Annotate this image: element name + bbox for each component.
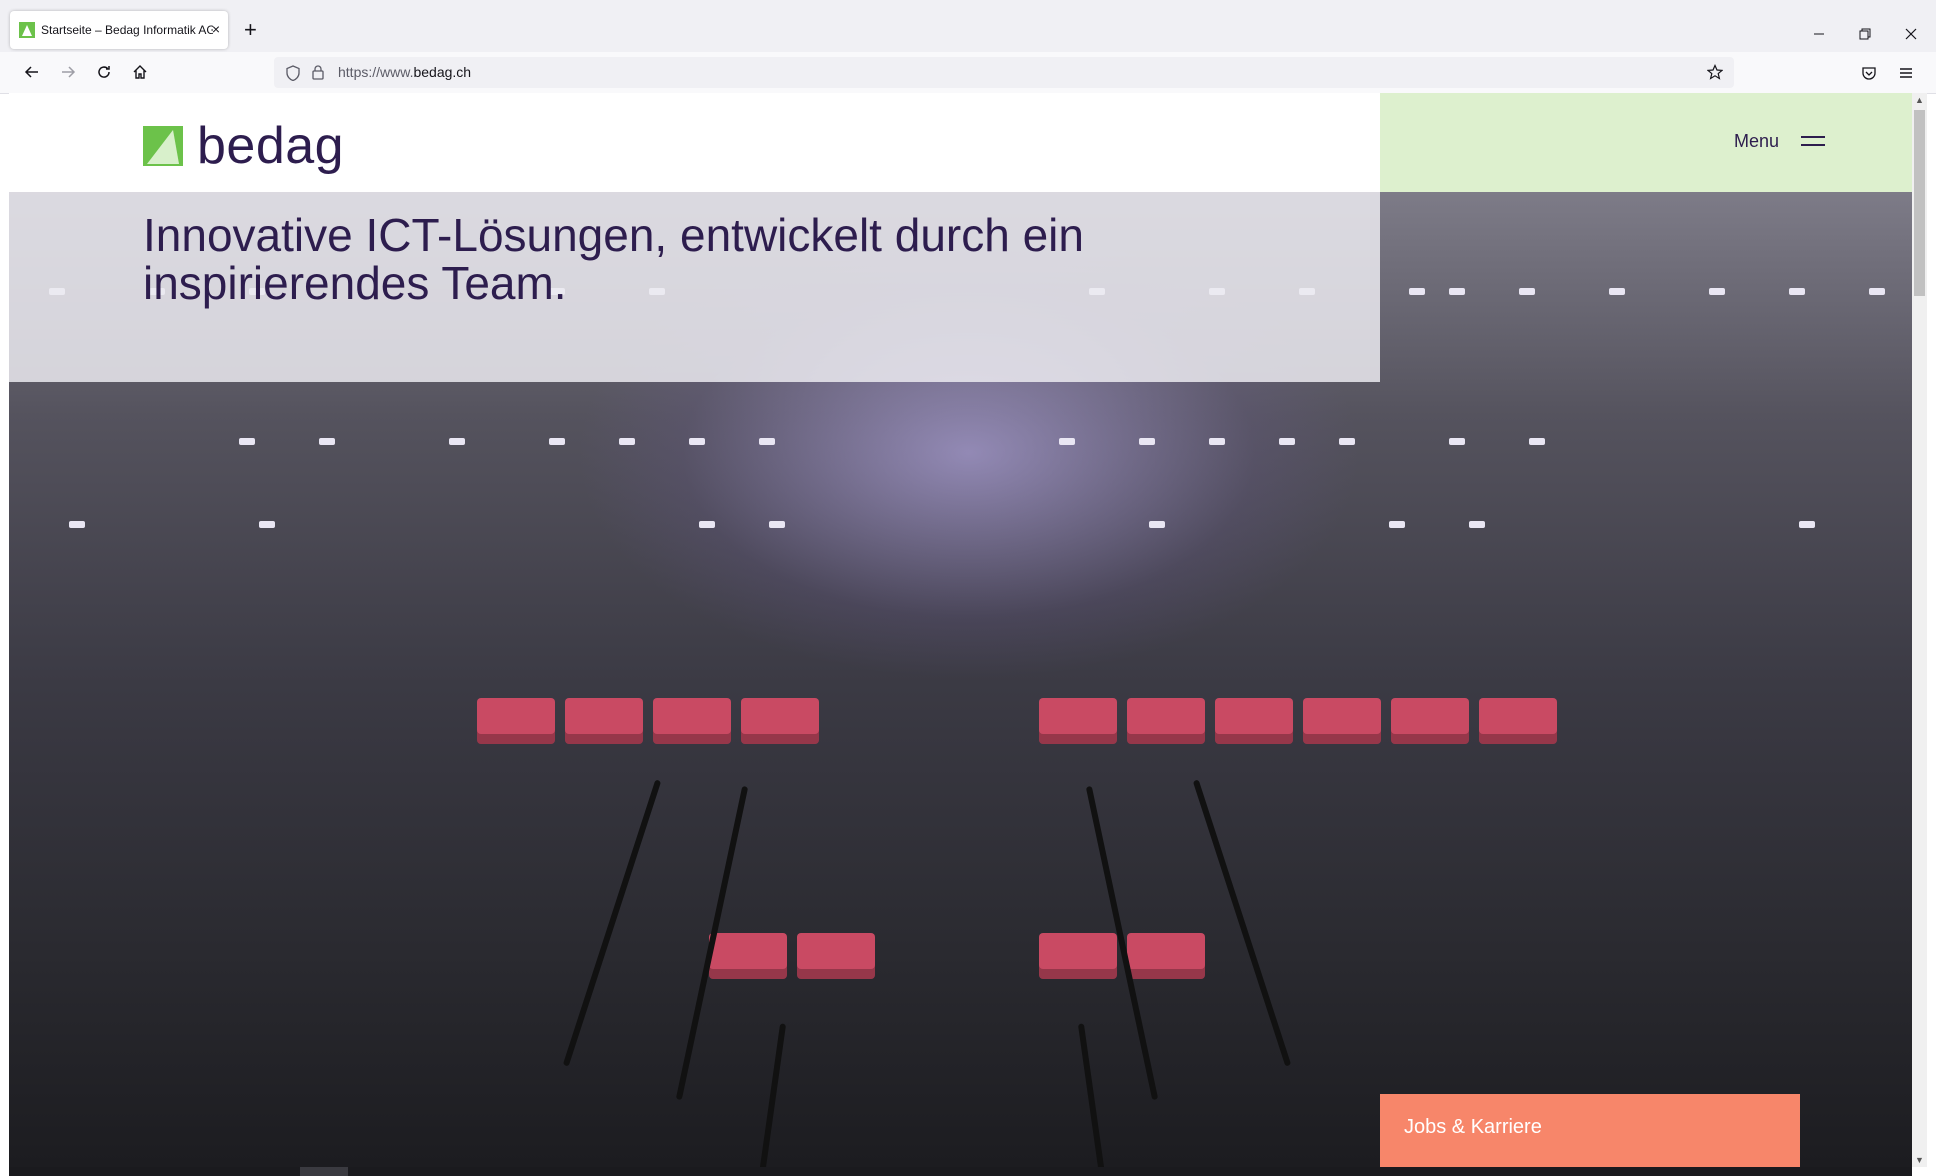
restore-icon[interactable] [1859, 28, 1871, 40]
home-icon [133, 65, 147, 79]
arrow-left-icon [24, 66, 38, 78]
network-port [709, 933, 787, 979]
url-bar[interactable]: https://www.bedag.ch [274, 57, 1734, 88]
close-window-icon[interactable] [1905, 28, 1917, 40]
navigation-bar: https://www.bedag.ch [0, 52, 1936, 94]
lock-icon[interactable] [312, 65, 324, 80]
network-port [1039, 698, 1117, 744]
cable [1077, 1023, 1107, 1167]
site-logo[interactable]: bedag [143, 120, 344, 172]
network-port [797, 933, 875, 979]
bookmark-star-icon[interactable] [1707, 64, 1723, 80]
server-rack-row [9, 521, 1912, 535]
pocket-icon[interactable] [1861, 65, 1877, 81]
network-port [1127, 933, 1205, 979]
menu-panel[interactable]: Menu [1380, 93, 1912, 192]
tab-close-icon[interactable]: × [212, 21, 220, 37]
url-prefix: https://www. [338, 64, 414, 80]
menu-label[interactable]: Menu [1734, 131, 1779, 152]
scroll-down-icon[interactable]: ▼ [1912, 1153, 1927, 1167]
bottom-strip [9, 1167, 1912, 1176]
minimize-icon[interactable] [1813, 28, 1825, 40]
cable [562, 779, 662, 1067]
web-page: bedag Menu Innovative ICT-Lösungen, entw… [9, 93, 1912, 1167]
tab-title: Startseite – Bedag Informatik AG [41, 23, 213, 37]
jobs-karriere-label: Jobs & Karriere [1404, 1116, 1542, 1138]
network-port [1303, 698, 1381, 744]
scroll-up-icon[interactable]: ▲ [1912, 93, 1927, 107]
arrow-right-icon [62, 66, 76, 78]
site-header: bedag [9, 93, 1380, 192]
forward-button[interactable] [56, 60, 80, 84]
network-port [1039, 933, 1117, 979]
back-button[interactable] [20, 60, 44, 84]
network-port [741, 698, 819, 744]
tab-strip: Startseite – Bedag Informatik AG × + [0, 9, 1936, 52]
cable [757, 1023, 787, 1167]
jobs-karriere-button[interactable]: Jobs & Karriere [1380, 1094, 1800, 1167]
browser-chrome: Startseite – Bedag Informatik AG × + htt… [0, 0, 1936, 94]
bottom-strip-segment [300, 1167, 348, 1176]
bedag-favicon-icon [19, 22, 35, 38]
logo-wordmark: bedag [197, 117, 345, 175]
network-port [1215, 698, 1293, 744]
new-tab-button[interactable]: + [244, 19, 257, 41]
home-button[interactable] [128, 60, 152, 84]
reload-button[interactable] [92, 60, 116, 84]
network-port [653, 698, 731, 744]
hamburger-menu-icon[interactable] [1898, 65, 1914, 81]
cable [1192, 779, 1292, 1067]
network-port [1391, 698, 1469, 744]
hero-title: Innovative ICT-Lösungen, entwickelt durc… [143, 209, 1084, 309]
menu-hamburger-icon[interactable] [1801, 133, 1825, 151]
shield-icon[interactable] [286, 65, 300, 81]
tab-startseite[interactable]: Startseite – Bedag Informatik AG × [10, 11, 228, 49]
server-rack-row [9, 438, 1912, 452]
url-host: bedag.ch [413, 64, 472, 80]
reload-icon [98, 66, 110, 78]
url-text[interactable]: https://www.bedag.ch [338, 64, 471, 80]
bedag-logo-icon [143, 126, 183, 166]
network-port [477, 698, 555, 744]
network-port [1127, 698, 1205, 744]
network-port [1479, 698, 1557, 744]
network-port [565, 698, 643, 744]
scrollbar-thumb[interactable] [1914, 110, 1925, 296]
